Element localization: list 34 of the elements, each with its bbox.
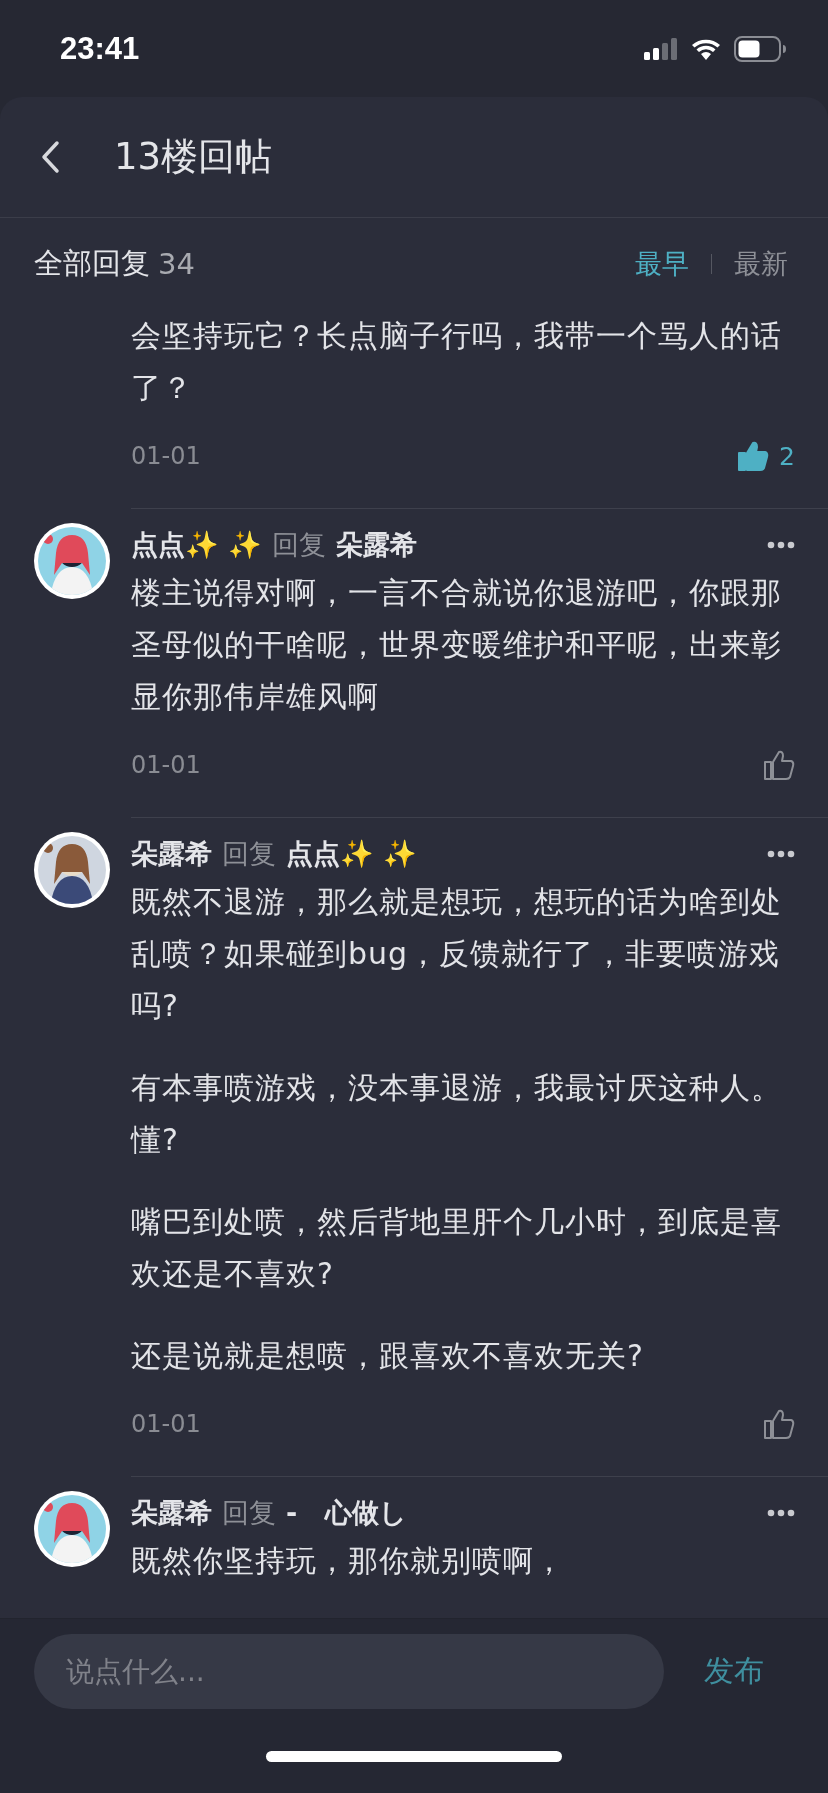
comment-input[interactable]: 说点什么...	[34, 1633, 664, 1709]
comment-text: 既然不退游，那么就是想玩，想玩的话为啥到处乱喷？如果碰到bug，反馈就行了，非要喷游戏吗?	[131, 883, 783, 1025]
send-button[interactable]: 发布	[694, 1650, 794, 1692]
more-icon[interactable]	[767, 1509, 795, 1517]
comment-date: 01-01	[131, 1410, 201, 1438]
comment-text: 嘴巴到处喷，然后背地里肝个几小时，到底是喜欢还是不喜欢?	[131, 1203, 783, 1293]
comment-date: 01-01	[131, 751, 201, 779]
comment-date: 01-01	[131, 442, 201, 470]
sort-tab[interactable]: 最早	[635, 246, 689, 282]
status-time: 23:41	[60, 30, 140, 67]
like-button[interactable]	[763, 1409, 795, 1439]
comment-text: 还是说就是想喷，跟喜欢不喜欢无关?	[131, 1337, 645, 1375]
comment-text: 楼主说得对啊，一言不合就说你退游吧，你跟那圣母似的干啥呢，世界变暖维护和平呢，出来彰显你那伟岸雄风啊	[131, 574, 783, 716]
replies-label: 全部回复	[34, 245, 150, 282]
more-icon[interactable]	[767, 850, 795, 858]
reply-label: 回复	[272, 528, 327, 562]
user-name[interactable]: 朵露希	[131, 1495, 212, 1531]
battery-icon	[734, 35, 786, 62]
reply-target-name[interactable]: 朵露希	[336, 527, 418, 563]
more-icon[interactable]	[767, 541, 795, 549]
sort-tab[interactable]: 最新	[734, 246, 788, 282]
user-name[interactable]: 朵露希	[131, 836, 212, 872]
reply-label: 回复	[222, 837, 276, 871]
comment-text: 既然你坚持玩，那你就别喷啊，	[131, 1542, 566, 1580]
replies-count: 34	[158, 247, 195, 281]
comment-text: 有本事喷游戏，没本事退游，我最讨厌这种人。懂?	[131, 1069, 783, 1159]
like-button[interactable]	[763, 750, 795, 780]
reply-label: 回复	[222, 1496, 276, 1530]
comment-text: 会坚持玩它？长点脑子行吗，我带一个骂人的话了？	[131, 317, 783, 407]
reply-target-name[interactable]: - 心做し	[286, 1495, 408, 1531]
page-title: 13楼回帖	[114, 134, 273, 180]
reply-target-name[interactable]: 点点✨ ✨	[286, 836, 418, 872]
signal-icon	[644, 37, 678, 60]
user-name[interactable]: 点点✨ ✨	[131, 527, 263, 563]
